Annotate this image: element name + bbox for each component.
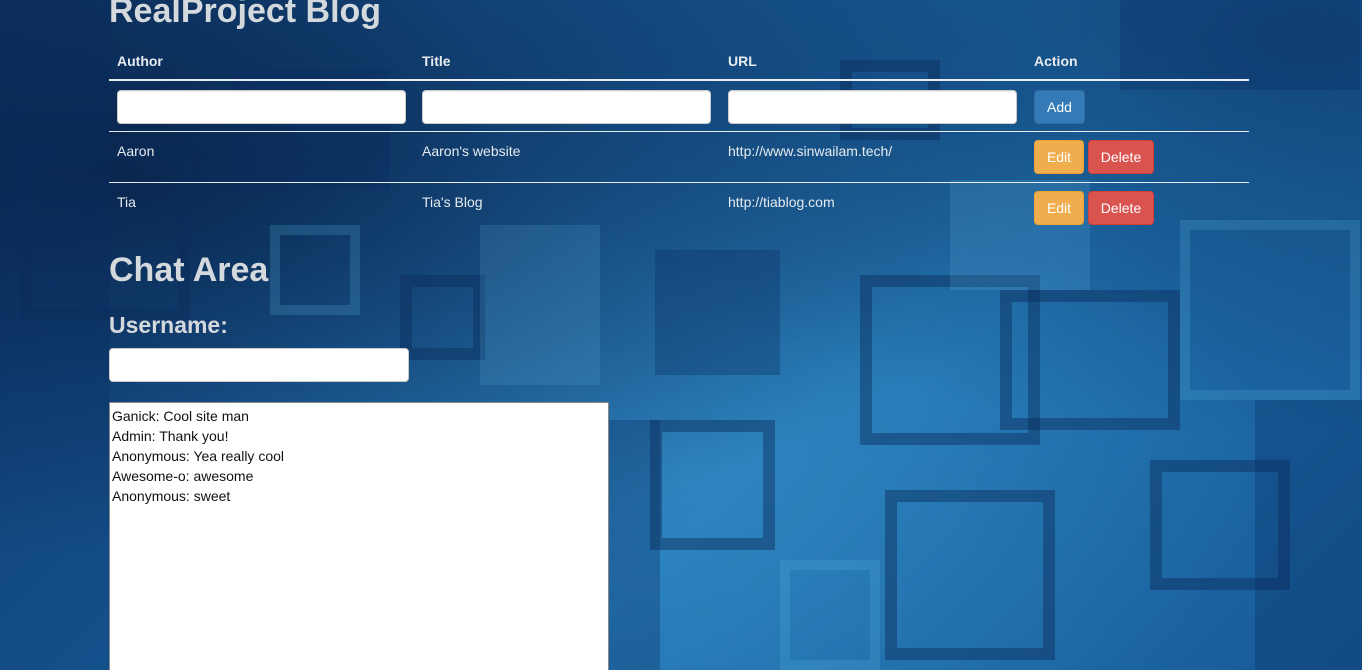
author-input[interactable] xyxy=(117,90,406,124)
column-header-action: Action xyxy=(1034,53,1078,69)
chat-title: Chat Area xyxy=(109,251,269,289)
url-input[interactable] xyxy=(728,90,1017,124)
column-header-author: Author xyxy=(117,53,163,69)
chat-messages-box[interactable]: Ganick: Cool site man Admin: Thank you! … xyxy=(109,402,609,670)
entry-author: Aaron xyxy=(117,143,155,159)
blog-table: Author Title URL Action Add Aaron Aaron'… xyxy=(109,44,1249,233)
table-row: Tia Tia's Blog http://tiablog.com Edit D… xyxy=(109,183,1249,233)
entry-title: Tia's Blog xyxy=(422,194,483,210)
delete-button[interactable]: Delete xyxy=(1088,140,1154,174)
title-input[interactable] xyxy=(422,90,711,124)
chat-message: Awesome-o: awesome xyxy=(112,468,254,484)
entry-author: Tia xyxy=(117,194,136,210)
delete-button[interactable]: Delete xyxy=(1088,191,1154,225)
add-button[interactable]: Add xyxy=(1034,90,1085,124)
entry-url: http://www.sinwailam.tech/ xyxy=(728,143,893,159)
chat-message: Admin: Thank you! xyxy=(112,428,229,444)
edit-button[interactable]: Edit xyxy=(1034,191,1084,225)
edit-button[interactable]: Edit xyxy=(1034,140,1084,174)
chat-message: Anonymous: sweet xyxy=(112,488,231,504)
page-title: RealProject Blog xyxy=(109,0,382,30)
table-header-row: Author Title URL Action xyxy=(109,44,1249,81)
entry-url: http://tiablog.com xyxy=(728,194,835,210)
column-header-url: URL xyxy=(728,53,757,69)
new-entry-row: Add xyxy=(109,81,1249,132)
table-row: Aaron Aaron's website http://www.sinwail… xyxy=(109,132,1249,183)
chat-message: Anonymous: Yea really cool xyxy=(112,448,284,464)
chat-message: Ganick: Cool site man xyxy=(112,408,249,424)
username-input[interactable] xyxy=(109,348,409,382)
column-header-title: Title xyxy=(422,53,451,69)
entry-title: Aaron's website xyxy=(422,143,521,159)
username-label: Username: xyxy=(109,312,228,338)
